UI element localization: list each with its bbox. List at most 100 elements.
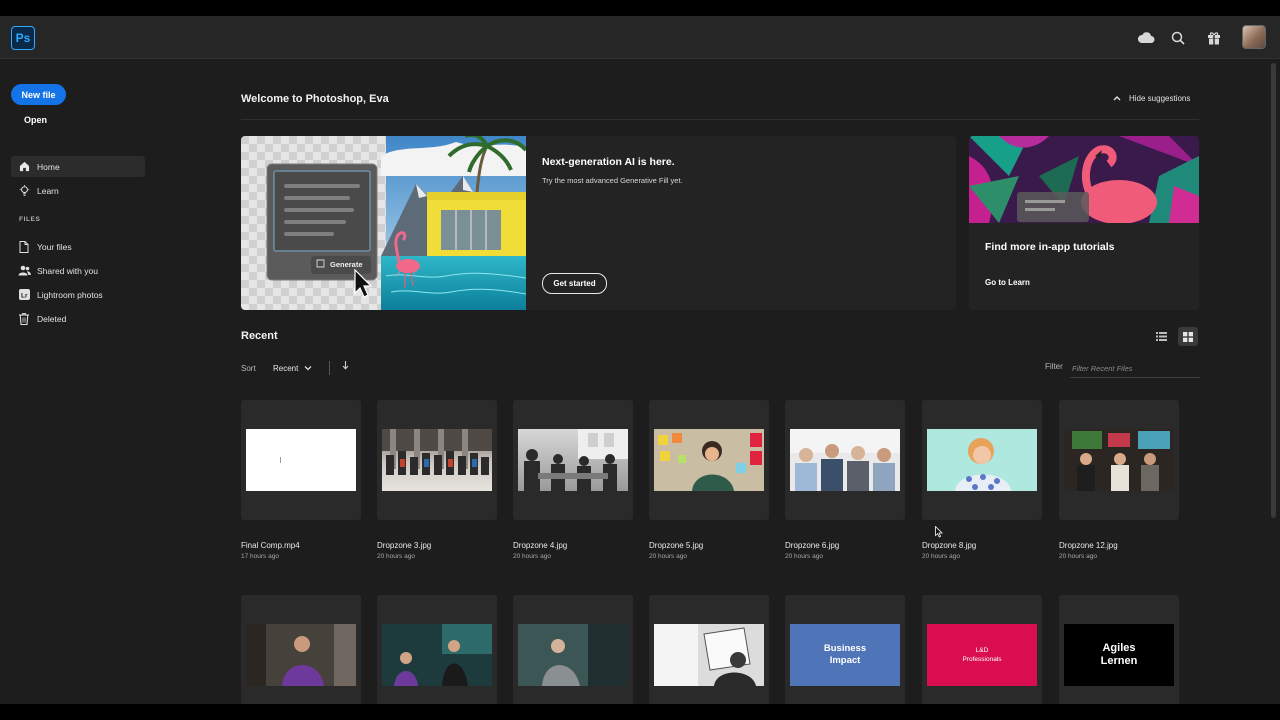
grid-view-icon[interactable] (1178, 327, 1198, 346)
file-tile[interactable]: Dropzone 12.jpg 20 hours ago (1059, 400, 1179, 560)
file-tile[interactable]: L&D Professionals (922, 595, 1042, 704)
open-button[interactable]: Open (24, 115, 47, 125)
sidebar-item-deleted[interactable]: Deleted (11, 308, 145, 329)
file-name[interactable]: Final Comp.mp4 (241, 541, 361, 550)
chevron-up-icon (1113, 94, 1121, 103)
generative-fill-card: Generate Next-generation AI is here. Try… (241, 136, 956, 310)
file-tile[interactable]: Agiles Lernen (1059, 595, 1179, 704)
tutorials-card: Find more in-app tutorials Go to Learn (969, 136, 1199, 310)
sidebar: New file Open Home Learn FILES Your file… (0, 59, 160, 704)
generate-label: Generate (330, 260, 363, 269)
files-section-heading: FILES (19, 216, 41, 223)
file-time: 20 hours ago (649, 553, 687, 560)
file-tile[interactable] (649, 595, 769, 704)
file-thumbnail[interactable]: L&D Professionals (922, 595, 1042, 704)
file-tile[interactable] (513, 595, 633, 704)
file-time: 17 hours ago (241, 553, 279, 560)
file-time: 20 hours ago (922, 553, 960, 560)
file-tile[interactable]: Dropzone 6.jpg 20 hours ago (785, 400, 905, 560)
file-thumbnail[interactable] (377, 595, 497, 704)
home-icon (11, 161, 37, 172)
file-tile[interactable] (377, 595, 497, 704)
trash-icon (11, 312, 37, 325)
file-thumbnail[interactable] (649, 400, 769, 520)
file-thumbnail[interactable] (922, 400, 1042, 520)
thumbnail-caption: Business Impact (823, 643, 867, 666)
filter-input[interactable] (1070, 360, 1200, 378)
chevron-down-icon (304, 364, 312, 373)
lightbulb-icon (11, 184, 37, 197)
recent-heading: Recent (241, 330, 278, 342)
file-name[interactable]: Dropzone 3.jpg (377, 541, 497, 550)
file-tile[interactable]: Dropzone 3.jpg 20 hours ago (377, 400, 497, 560)
list-view-icon[interactable] (1151, 327, 1171, 346)
sidebar-item-shared[interactable]: Shared with you (11, 260, 145, 281)
file-thumbnail[interactable]: Agiles Lernen (1059, 595, 1179, 704)
file-name[interactable]: Dropzone 5.jpg (649, 541, 769, 550)
file-tile[interactable]: Final Comp.mp4 17 hours ago (241, 400, 361, 560)
people-icon (11, 265, 37, 276)
file-icon (11, 240, 37, 253)
sort-dropdown[interactable]: Recent (273, 364, 312, 373)
photoshop-logo[interactable]: Ps (11, 26, 35, 50)
file-time: 20 hours ago (785, 553, 823, 560)
file-thumbnail[interactable] (513, 400, 633, 520)
gift-icon[interactable] (1201, 25, 1227, 51)
sidebar-item-label: Home (37, 161, 60, 172)
thumbnail-caption: L&D Professionals (962, 647, 1002, 663)
sidebar-item-label: Lightroom photos (37, 289, 103, 300)
lightroom-icon: Lr (11, 289, 37, 300)
new-file-button[interactable]: New file (11, 84, 66, 105)
sidebar-item-label: Shared with you (37, 265, 98, 276)
sort-divider (329, 361, 330, 375)
file-thumbnail[interactable]: Business Impact (785, 595, 905, 704)
file-thumbnail[interactable] (649, 595, 769, 704)
file-time: 20 hours ago (377, 553, 415, 560)
sidebar-item-lightroom[interactable]: Lr Lightroom photos (11, 284, 145, 305)
thumbnail-caption: Agiles Lernen (1100, 642, 1138, 667)
welcome-heading: Welcome to Photoshop, Eva (241, 93, 389, 105)
file-thumbnail[interactable] (241, 400, 361, 520)
file-thumbnail[interactable] (1059, 400, 1179, 520)
hero-title: Next-generation AI is here. (542, 156, 675, 168)
sidebar-item-label: Deleted (37, 313, 67, 324)
file-thumbnail[interactable] (377, 400, 497, 520)
user-avatar[interactable] (1242, 25, 1266, 49)
file-tile[interactable] (241, 595, 361, 704)
file-name[interactable]: Dropzone 4.jpg (513, 541, 633, 550)
file-time: 20 hours ago (513, 553, 551, 560)
sidebar-item-your-files[interactable]: Your files (11, 236, 145, 257)
sort-value: Recent (273, 364, 299, 373)
file-thumbnail[interactable] (241, 595, 361, 704)
sidebar-item-label: Your files (37, 241, 72, 252)
get-started-button[interactable]: Get started (542, 273, 607, 294)
scrollbar-thumb[interactable] (1271, 63, 1276, 518)
file-tile[interactable]: Dropzone 4.jpg 20 hours ago (513, 400, 633, 560)
hero-subtitle: Try the most advanced Generative Fill ye… (542, 176, 683, 185)
hide-suggestions-label: Hide suggestions (1129, 94, 1191, 103)
divider (241, 119, 1199, 120)
sort-direction-icon[interactable] (342, 361, 349, 372)
svg-text:Lr: Lr (21, 292, 28, 299)
scrollbar[interactable] (1270, 59, 1277, 704)
sidebar-item-home[interactable]: Home (11, 156, 145, 177)
go-to-learn-link[interactable]: Go to Learn (985, 278, 1030, 287)
file-tile[interactable]: Dropzone 5.jpg 20 hours ago (649, 400, 769, 560)
cloud-icon[interactable] (1133, 25, 1159, 51)
sidebar-item-label: Learn (37, 185, 59, 196)
filter-label: Filter (1045, 362, 1063, 371)
file-thumbnail[interactable] (785, 400, 905, 520)
sort-label: Sort (241, 364, 256, 373)
tutorials-image (969, 136, 1199, 224)
search-icon[interactable] (1165, 25, 1191, 51)
generative-fill-image: Generate (241, 136, 526, 310)
hide-suggestions-button[interactable]: Hide suggestions (1113, 94, 1203, 103)
mouse-cursor-icon (935, 525, 943, 543)
sidebar-item-learn[interactable]: Learn (11, 180, 145, 201)
file-thumbnail[interactable] (513, 595, 633, 704)
file-time: 20 hours ago (1059, 553, 1097, 560)
top-bar: Ps (0, 16, 1280, 59)
file-name[interactable]: Dropzone 12.jpg (1059, 541, 1179, 550)
file-tile[interactable]: Business Impact (785, 595, 905, 704)
file-name[interactable]: Dropzone 6.jpg (785, 541, 905, 550)
